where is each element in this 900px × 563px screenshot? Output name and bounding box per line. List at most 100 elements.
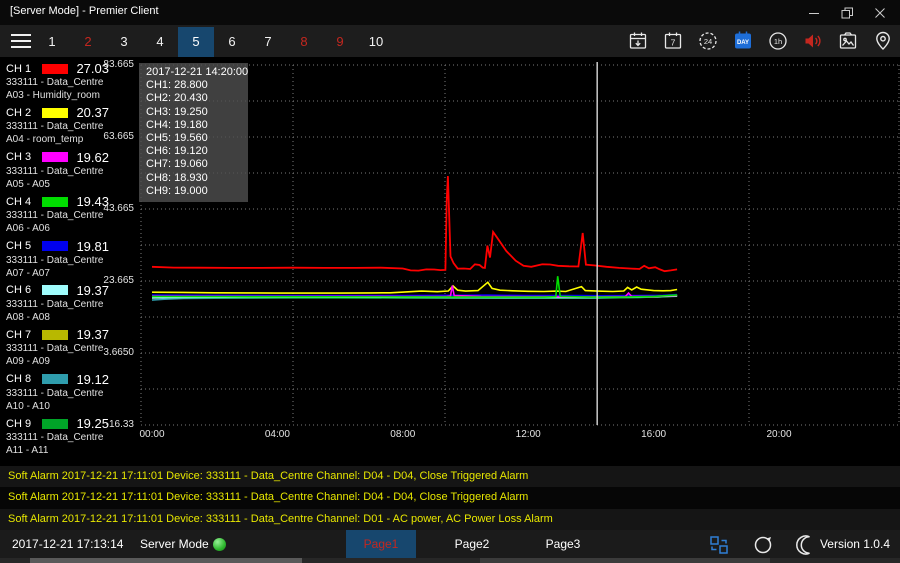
channel-sensor: A05 - A05: [0, 178, 137, 191]
tooltip-channel-value: CH5: 19.560: [146, 132, 248, 145]
channel-color-swatch: [42, 64, 68, 74]
calendar-day-icon[interactable]: DAY: [732, 30, 754, 52]
alarm-list: Soft Alarm 2017-12-21 17:11:01 Device: 3…: [0, 466, 900, 530]
tooltip-channel-value: CH8: 18.930: [146, 172, 248, 185]
connection-led-indicator: [213, 538, 226, 551]
channel-item[interactable]: CH 5 19.81 333111 - Data_Centre A07 - A0…: [0, 236, 137, 280]
chart-line-ch2: [152, 282, 677, 293]
speaker-icon[interactable]: [802, 30, 824, 52]
channel-device: 333111 - Data_Centre: [0, 431, 137, 444]
page-number-tabs: 12345678910: [34, 27, 394, 57]
channel-name: CH 3: [0, 151, 38, 163]
y-axis-tick: 23.665: [103, 275, 134, 286]
x-axis-tick: 12:00: [510, 429, 546, 440]
alarm-row[interactable]: Soft Alarm 2017-12-21 17:11:01 Device: 3…: [0, 509, 900, 530]
toolbar-tab-9[interactable]: 9: [322, 27, 358, 57]
moon-icon[interactable]: [796, 534, 818, 556]
alarm-row[interactable]: Soft Alarm 2017-12-21 17:11:01 Device: 3…: [0, 487, 900, 508]
channel-color-swatch: [42, 374, 68, 384]
tooltip-channel-value: CH7: 19.060: [146, 158, 248, 171]
hamburger-icon: [9, 30, 33, 52]
svg-text:1h: 1h: [774, 37, 782, 46]
y-axis-tick: -16.33: [106, 419, 134, 430]
maximize-button[interactable]: [830, 0, 863, 25]
alarm-row[interactable]: Soft Alarm 2017-12-21 17:11:01 Device: 3…: [0, 466, 900, 487]
channel-item[interactable]: CH 6 19.37 333111 - Data_Centre A08 - A0…: [0, 280, 137, 324]
channel-name: CH 2: [0, 107, 38, 119]
toolbar-tab-6[interactable]: 6: [214, 27, 250, 57]
minimize-button[interactable]: [797, 0, 830, 25]
channel-sensor: A10 - A10: [0, 400, 137, 413]
channel-device: 333111 - Data_Centre: [0, 76, 137, 89]
layout-switch-icon[interactable]: [708, 534, 730, 556]
channel-name: CH 1: [0, 63, 38, 75]
calendar-export-icon[interactable]: [627, 30, 649, 52]
channel-color-swatch: [42, 152, 68, 162]
window-title: [Server Mode] - Premier Client: [10, 5, 159, 17]
x-axis-labels: 00:0004:0008:0012:0016:0020:00: [137, 429, 900, 443]
restore-icon: [838, 4, 856, 22]
svg-text:DAY: DAY: [737, 40, 749, 46]
toolbar-tab-7[interactable]: 7: [250, 27, 286, 57]
server-mode-label: Server Mode: [140, 537, 209, 551]
channel-item[interactable]: CH 8 19.12 333111 - Data_Centre A10 - A1…: [0, 369, 137, 413]
channel-list: CH 1 27.03 333111 - Data_Centre A03 - Hu…: [0, 58, 137, 458]
toolbar-tab-1[interactable]: 1: [34, 27, 70, 57]
channel-value: 19.25: [76, 416, 109, 431]
menu-button[interactable]: [9, 30, 33, 52]
chart-line-ch4: [152, 276, 677, 297]
statusbar-tab-page2[interactable]: Page2: [437, 530, 507, 558]
channel-device: 333111 - Data_Centre: [0, 165, 137, 178]
channel-sensor: A08 - A08: [0, 311, 137, 324]
sync-icon[interactable]: [752, 534, 774, 556]
y-axis-tick: 43.665: [103, 203, 134, 214]
toolbar-tab-2[interactable]: 2: [70, 27, 106, 57]
close-icon: [871, 4, 889, 22]
snapshot-icon[interactable]: [837, 30, 859, 52]
channel-color-swatch: [42, 108, 68, 118]
title-bar: [Server Mode] - Premier Client: [0, 0, 900, 25]
channel-color-swatch: [42, 197, 68, 207]
x-axis-tick: 08:00: [385, 429, 421, 440]
x-axis-tick: 04:00: [259, 429, 295, 440]
channel-sensor: A06 - A06: [0, 222, 137, 235]
channel-value: 19.12: [76, 372, 109, 387]
toolbar-tab-5[interactable]: 5: [178, 27, 214, 57]
hour-1h-icon[interactable]: 1h: [767, 30, 789, 52]
channel-color-swatch: [42, 419, 68, 429]
y-axis-tick: 83.665: [103, 59, 134, 70]
calendar-week-icon[interactable]: 7: [662, 30, 684, 52]
toolbar-icons: 7 24 DAY 1h: [627, 30, 894, 52]
chart-plot-area[interactable]: [137, 60, 900, 430]
trend-chart: [137, 60, 900, 430]
channel-value: 19.37: [76, 327, 109, 342]
toolbar-tab-4[interactable]: 4: [142, 27, 178, 57]
channel-item[interactable]: CH 3 19.62 333111 - Data_Centre A05 - A0…: [0, 147, 137, 191]
status-timestamp: 2017-12-21 17:13:14: [12, 537, 123, 551]
hours-24-icon[interactable]: 24: [697, 30, 719, 52]
channel-value: 19.62: [76, 150, 109, 165]
close-button[interactable]: [863, 0, 896, 25]
version-label: Version 1.0.4: [820, 537, 890, 551]
toolbar-tab-3[interactable]: 3: [106, 27, 142, 57]
channel-name: CH 6: [0, 284, 38, 296]
scrollbar-thumb[interactable]: [30, 558, 302, 563]
y-axis-tick: 3.6650: [103, 347, 134, 358]
horizontal-scrollbar[interactable]: [0, 558, 900, 563]
channel-name: CH 9: [0, 418, 38, 430]
channel-color-swatch: [42, 285, 68, 295]
app-window: { "window": {"title": "[Server Mode] - P…: [0, 0, 900, 563]
location-pin-icon[interactable]: [872, 30, 894, 52]
channel-value: 20.37: [76, 105, 109, 120]
toolbar-tab-8[interactable]: 8: [286, 27, 322, 57]
channel-device: 333111 - Data_Centre: [0, 254, 137, 267]
tooltip-channel-value: CH2: 20.430: [146, 92, 248, 105]
statusbar-tab-page3[interactable]: Page3: [528, 530, 598, 558]
tooltip-channel-value: CH3: 19.250: [146, 106, 248, 119]
statusbar-tab-page1[interactable]: Page1: [346, 530, 416, 558]
y-axis-tick: 63.665: [103, 131, 134, 142]
toolbar-tab-10[interactable]: 10: [358, 27, 394, 57]
channel-value: 19.81: [76, 239, 109, 254]
window-controls: [797, 0, 896, 25]
statusbar-icons: [708, 534, 818, 556]
